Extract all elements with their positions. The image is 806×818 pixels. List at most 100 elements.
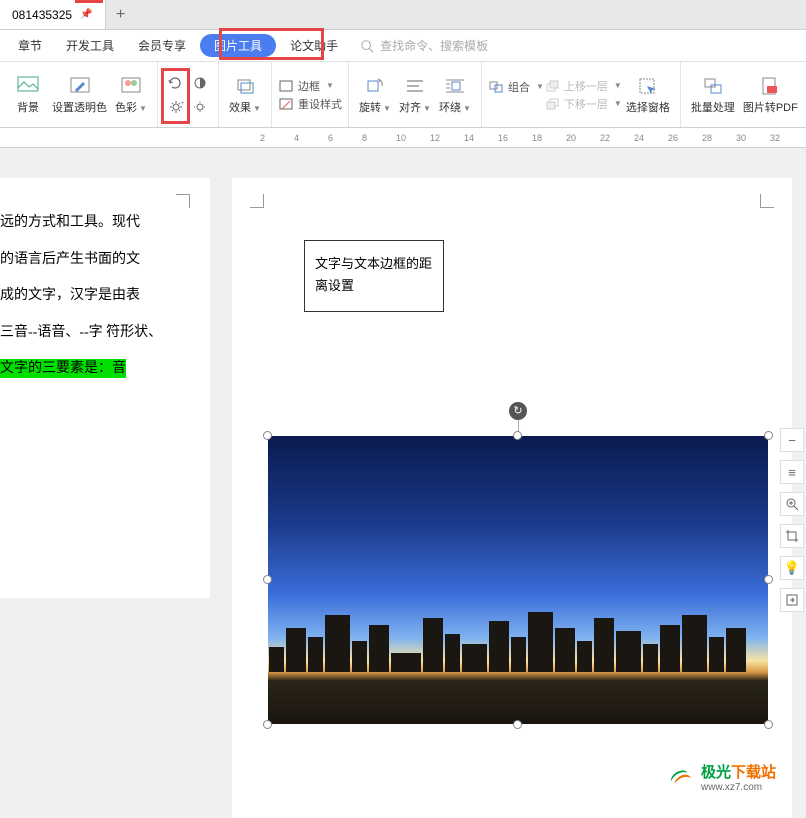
svg-text:+: +: [181, 101, 184, 107]
zoom-button[interactable]: [780, 492, 804, 516]
ruler-mark: 16: [498, 133, 532, 143]
image-to-pdf-button[interactable]: 图片转PDF: [739, 73, 802, 117]
page-left: 远的方式和工具。现代 的语言后产生书面的文 成的文字，汉字是由表 三音--语音、…: [0, 178, 210, 598]
side-panel: − ≡ 💡: [780, 428, 806, 612]
skyline-decoration: [268, 609, 768, 672]
watermark-name: 极光下载站: [701, 761, 776, 782]
collapse-button[interactable]: −: [780, 428, 804, 452]
menu-picture-tools[interactable]: 图片工具: [200, 34, 276, 57]
wrap-icon: [443, 75, 467, 97]
tab-active-indicator: [75, 0, 103, 3]
search-box[interactable]: 查找命令、搜索模板: [360, 37, 488, 54]
pin-icon[interactable]: 📌: [80, 9, 92, 20]
resize-handle-mr[interactable]: [764, 575, 773, 584]
export-icon: [785, 593, 799, 607]
document-tabs-bar: 081435325 📌 +: [0, 0, 806, 30]
search-icon: [360, 39, 374, 53]
ruler-mark: 24: [634, 133, 668, 143]
ruler-mark: 4: [294, 133, 328, 143]
outline-button[interactable]: ≡: [780, 460, 804, 484]
ruler-mark: 14: [464, 133, 498, 143]
rotate-button[interactable]: 旋转▼: [355, 73, 395, 117]
resize-handle-tr[interactable]: [764, 431, 773, 440]
align-icon: [403, 75, 427, 97]
layer-down-icon: [544, 97, 560, 111]
layer-up-button[interactable]: 上移一层▼: [544, 78, 622, 94]
text-line: 文字的三要素是：音: [0, 356, 196, 383]
resize-handle-br[interactable]: [764, 720, 773, 729]
page-corner-icon: [250, 194, 264, 208]
resize-handle-ml[interactable]: [263, 575, 272, 584]
ruler-mark: 10: [396, 133, 430, 143]
ruler-mark: 8: [362, 133, 396, 143]
export-button[interactable]: [780, 588, 804, 612]
ribbon-toolbar: 背景 设置透明色 色彩▼ + 效果▼ 边框▼ 重设样式: [0, 62, 806, 128]
selected-image[interactable]: ↻: [268, 436, 768, 724]
batch-process-button[interactable]: 批量处理: [687, 73, 739, 117]
rotate-handle[interactable]: ↻: [509, 402, 527, 420]
ruler-mark: 26: [668, 133, 702, 143]
color-button[interactable]: 色彩▼: [111, 73, 151, 117]
border-button[interactable]: 边框▼: [278, 78, 342, 94]
zoom-icon: [785, 497, 799, 511]
text-line: 的语言后产生书面的文: [0, 247, 196, 274]
idea-button[interactable]: 💡: [780, 556, 804, 580]
group-icon: [488, 80, 504, 94]
color-icon: [119, 75, 143, 97]
text-line: 三音--语音、--字 符形状、: [0, 320, 196, 347]
crop-icon: [785, 529, 799, 543]
resize-handle-mt[interactable]: [513, 431, 522, 440]
align-button[interactable]: 对齐▼: [395, 73, 435, 117]
add-tab-button[interactable]: +: [106, 6, 136, 24]
resize-handle-bl[interactable]: [263, 720, 272, 729]
page-corner-icon: [760, 194, 774, 208]
crop-button[interactable]: [780, 524, 804, 548]
layer-up-icon: [544, 79, 560, 93]
image-content: [268, 436, 768, 724]
watermark: 极光下载站 www.xz7.com: [667, 761, 776, 793]
text-box[interactable]: 文字与文本边框的距离设置: [304, 240, 444, 312]
contrast-icon[interactable]: [188, 72, 212, 94]
pdf-icon: [758, 75, 782, 97]
eyedropper-icon: [68, 75, 92, 97]
rotate-reset-icon[interactable]: [164, 72, 188, 94]
background-button[interactable]: 背景: [8, 73, 48, 117]
resize-handle-mb[interactable]: [513, 720, 522, 729]
document-tab[interactable]: 081435325 📌: [0, 0, 106, 29]
ruler-mark: 22: [600, 133, 634, 143]
menu-devtools[interactable]: 开发工具: [56, 33, 124, 58]
group-button[interactable]: 组合▼: [488, 79, 544, 95]
brightness-increase-button[interactable]: +: [164, 96, 188, 118]
reset-icon: [278, 97, 294, 111]
transparent-color-button[interactable]: 设置透明色: [48, 73, 111, 117]
ruler-mark: 32: [770, 133, 804, 143]
layer-down-button[interactable]: 下移一层▼: [544, 96, 622, 112]
watermark-url: www.xz7.com: [701, 782, 776, 793]
ruler-mark: 6: [328, 133, 362, 143]
ruler-mark: 20: [566, 133, 600, 143]
text-line: 远的方式和工具。现代: [0, 210, 196, 237]
effects-icon: [233, 75, 257, 97]
menu-paper-helper[interactable]: 论文助手: [280, 33, 348, 58]
select-pane-button[interactable]: 选择窗格: [622, 73, 674, 117]
horizontal-ruler: 2 4 6 8 10 12 14 16 18 20 22 24 26 28 30…: [0, 128, 806, 148]
ruler-mark: 2: [260, 133, 294, 143]
menu-chapter[interactable]: 章节: [8, 33, 52, 58]
reset-style-button[interactable]: 重设样式: [278, 96, 342, 112]
text-line: 成的文字，汉字是由表: [0, 283, 196, 310]
page-corner-icon: [176, 194, 190, 208]
ruler-mark: 18: [532, 133, 566, 143]
wrap-button[interactable]: 环绕▼: [435, 73, 475, 117]
batch-icon: [701, 75, 725, 97]
resize-handle-tl[interactable]: [263, 431, 272, 440]
brightness-decrease-button[interactable]: [188, 96, 212, 118]
rotate-icon: [363, 75, 387, 97]
search-placeholder: 查找命令、搜索模板: [380, 37, 488, 54]
ruler-mark: 28: [702, 133, 736, 143]
menu-bar: 章节 开发工具 会员专享 图片工具 论文助手 查找命令、搜索模板: [0, 30, 806, 62]
ruler-mark: 30: [736, 133, 770, 143]
ruler-mark: 12: [430, 133, 464, 143]
background-icon: [16, 75, 40, 97]
effects-button[interactable]: 效果▼: [225, 73, 265, 117]
menu-member[interactable]: 会员专享: [128, 33, 196, 58]
